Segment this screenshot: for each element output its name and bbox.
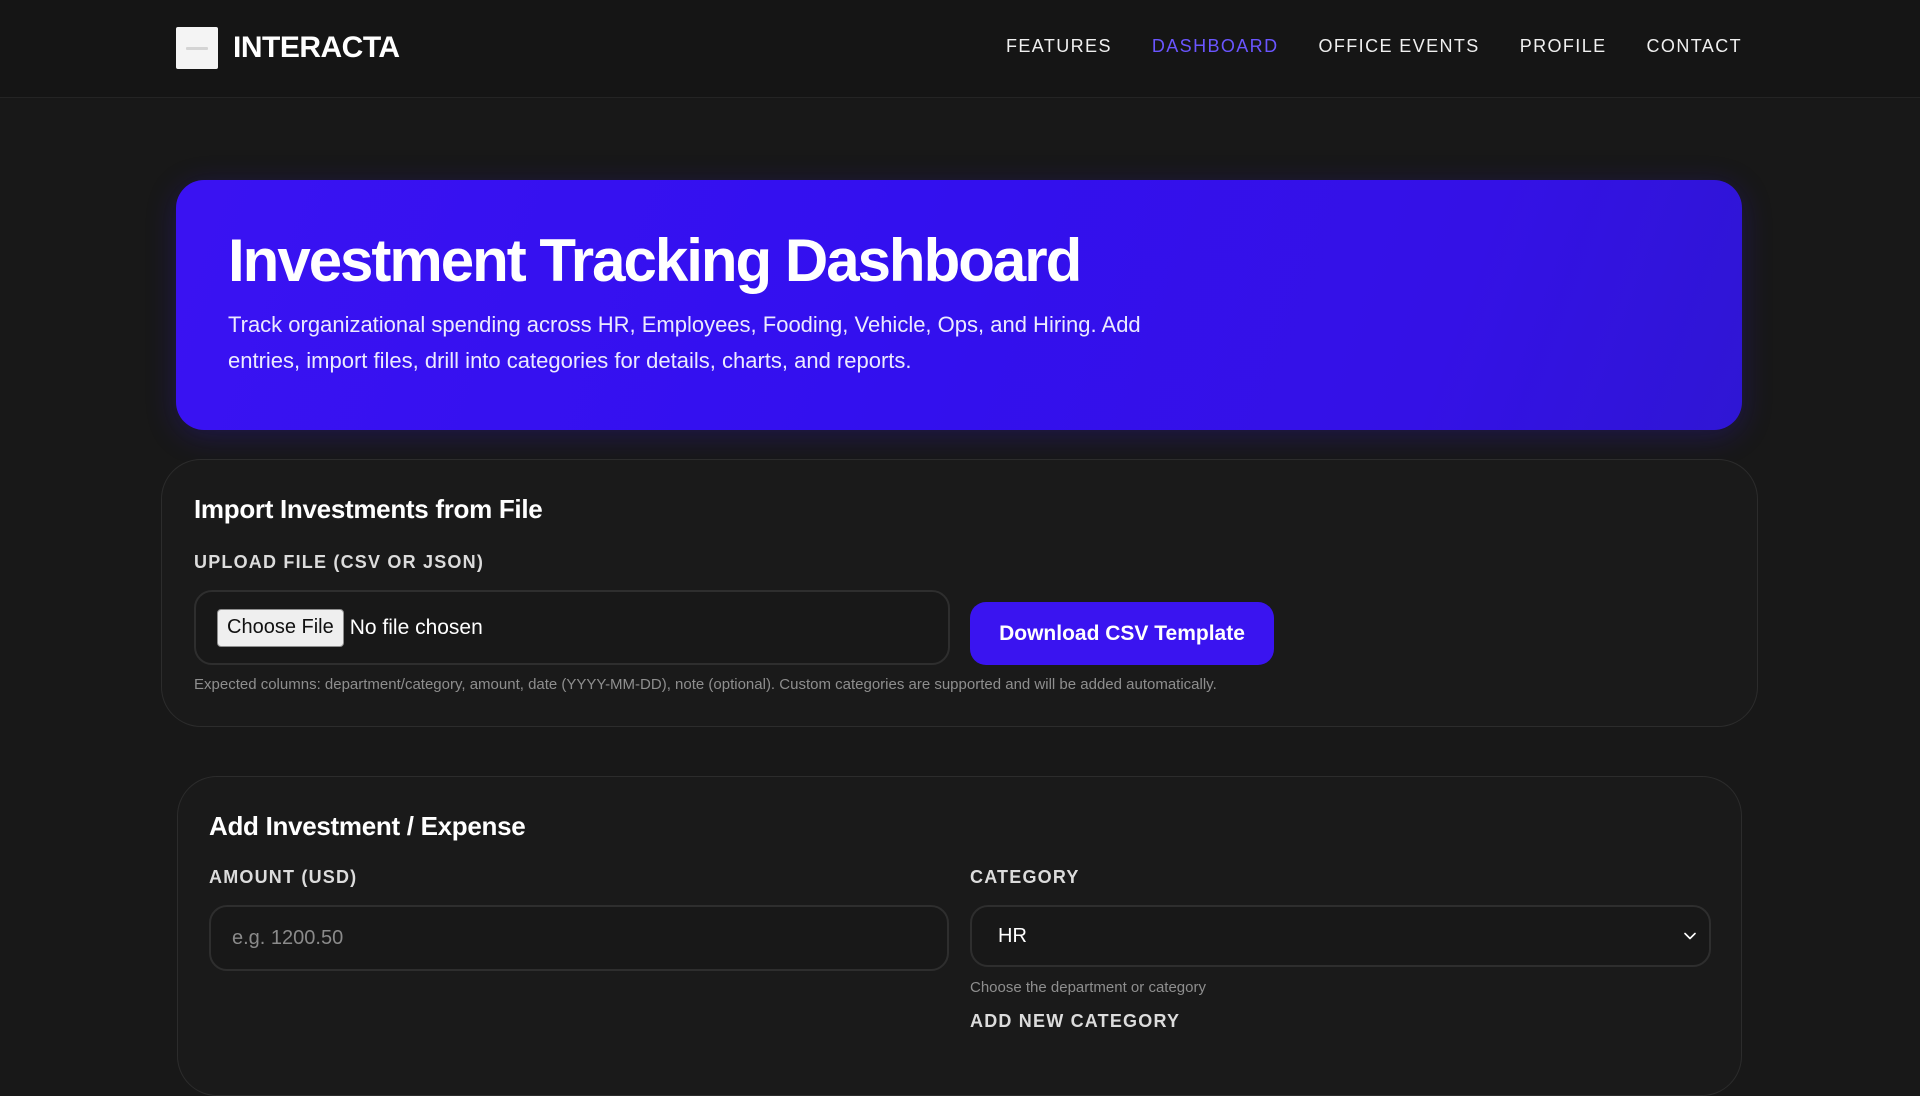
file-input[interactable]: Choose File No file chosen [194, 590, 950, 665]
choose-file-button[interactable]: Choose File [217, 608, 344, 647]
hero-banner: Investment Tracking Dashboard Track orga… [176, 180, 1742, 430]
chevron-down-icon [1683, 929, 1697, 943]
logo-mark [186, 46, 208, 50]
download-csv-template-button[interactable]: Download CSV Template [970, 602, 1274, 665]
file-status-text: No file chosen [349, 615, 483, 639]
import-hint: Expected columns: department/category, a… [194, 676, 1217, 693]
brand-name: INTERACTA [233, 31, 400, 64]
upload-file-label: UPLOAD FILE (CSV OR JSON) [194, 552, 485, 572]
amount-label: AMOUNT (USD) [209, 867, 358, 887]
brand-logo-icon [176, 27, 218, 69]
category-select[interactable]: HR [970, 905, 1711, 967]
nav-item-contact[interactable]: CONTACT [1647, 36, 1742, 57]
nav-item-features[interactable]: FEATURES [1006, 36, 1112, 57]
brand[interactable]: INTERACTA [176, 27, 400, 69]
category-label: CATEGORY [970, 867, 1080, 887]
top-navbar: INTERACTA FEATURES DASHBOARD OFFICE EVEN… [0, 0, 1920, 98]
nav-item-dashboard[interactable]: DASHBOARD [1152, 36, 1279, 57]
add-new-category-label: ADD NEW CATEGORY [970, 1011, 1181, 1031]
page-subtitle: Track organizational spending across HR,… [228, 312, 1141, 373]
import-card-title: Import Investments from File [194, 494, 543, 524]
nav-item-office-events[interactable]: OFFICE EVENTS [1318, 36, 1479, 57]
amount-input[interactable] [209, 905, 949, 971]
add-investment-card: Add Investment / Expense AMOUNT (USD) CA… [177, 776, 1742, 1096]
category-selected-value: HR [998, 924, 1027, 947]
page-title: Investment Tracking Dashboard [228, 227, 1082, 294]
import-card: Import Investments from File UPLOAD FILE… [161, 459, 1758, 727]
main-nav: FEATURES DASHBOARD OFFICE EVENTS PROFILE… [1006, 36, 1742, 57]
category-hint: Choose the department or category [970, 979, 1206, 996]
nav-item-profile[interactable]: PROFILE [1520, 36, 1607, 57]
add-investment-title: Add Investment / Expense [209, 811, 526, 841]
